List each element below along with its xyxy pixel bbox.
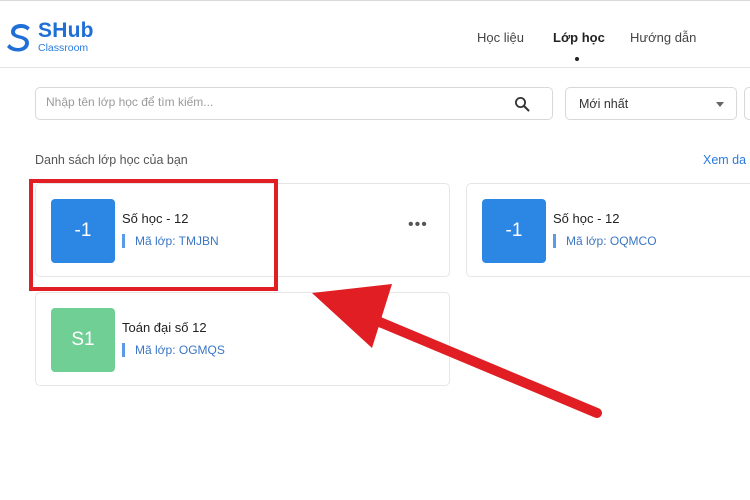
annotation-arrow-icon [312,284,602,418]
